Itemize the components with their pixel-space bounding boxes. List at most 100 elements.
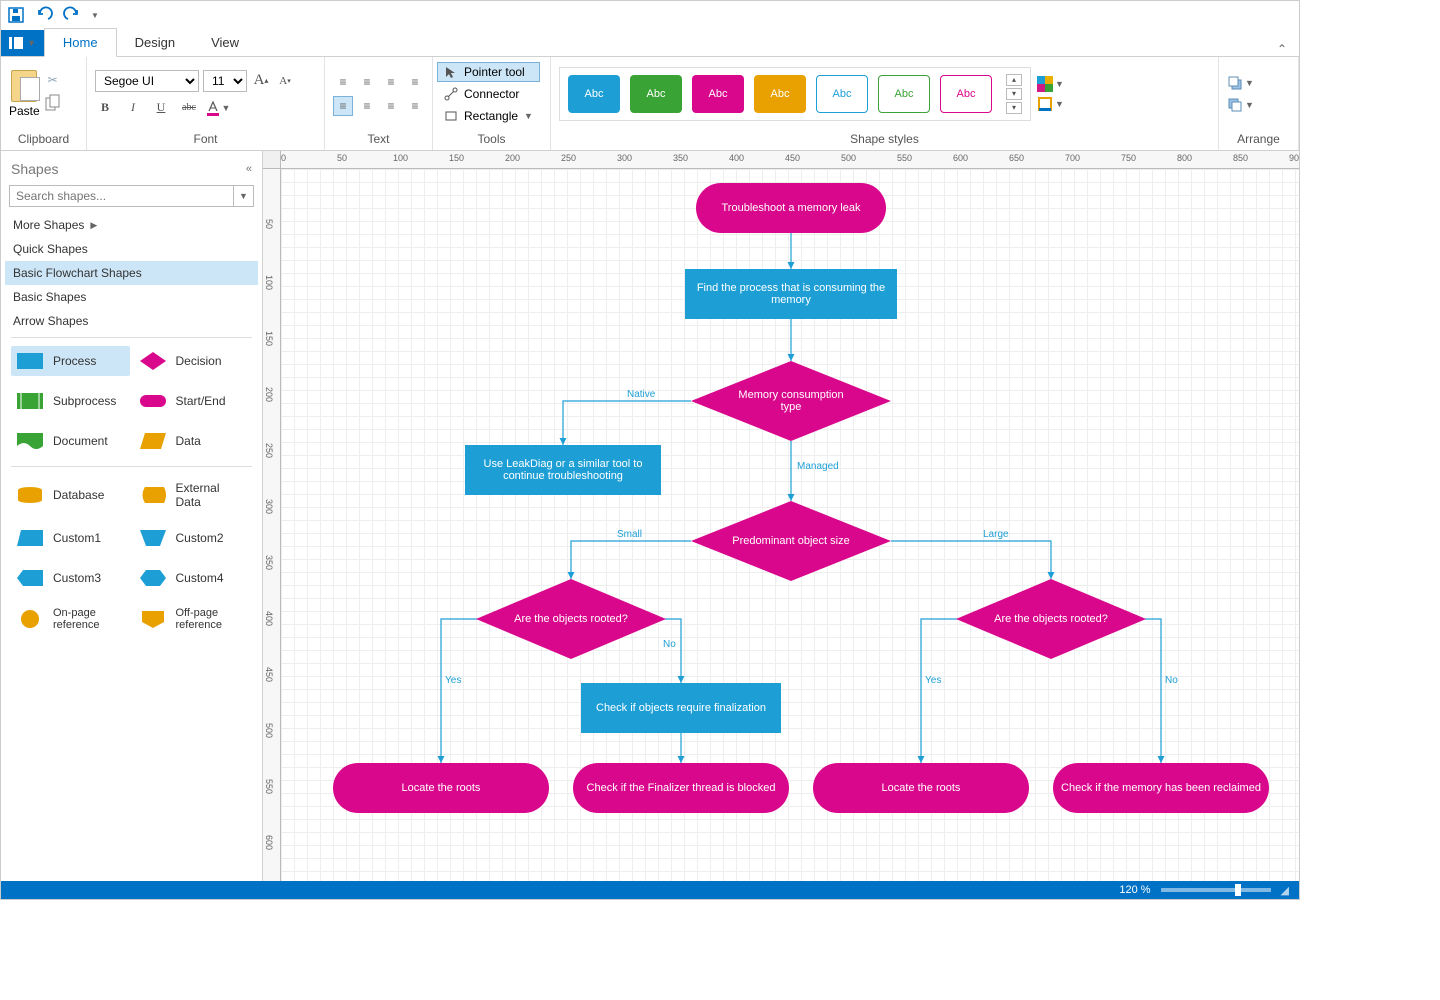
shape-data[interactable]: Data — [134, 426, 253, 456]
qat-dropdown-icon[interactable]: ▼ — [91, 11, 99, 20]
align-mid-just-icon[interactable]: ≡ — [405, 96, 425, 116]
shape-startend[interactable]: Start/End — [134, 386, 253, 416]
bold-button[interactable]: B — [95, 98, 115, 118]
canvas[interactable]: Troubleshoot a memory leak Find the proc… — [281, 169, 1299, 881]
font-size-select[interactable]: 11 — [203, 70, 247, 92]
send-back-button[interactable]: ▼ — [1227, 97, 1254, 113]
node-end[interactable]: Check if the Finalizer thread is blocked — [573, 763, 789, 813]
category-arrow-shapes[interactable]: Arrow Shapes — [5, 309, 258, 333]
style-swatch[interactable]: Abc — [568, 75, 620, 113]
edge-label: Yes — [925, 675, 941, 686]
save-icon[interactable] — [7, 6, 25, 24]
shape-search-input[interactable] — [10, 186, 233, 206]
node-decision[interactable]: Memory consumption type — [711, 361, 871, 441]
group-label: Clipboard — [1, 130, 86, 150]
underline-button[interactable]: U — [151, 98, 171, 118]
gallery-more-icon[interactable]: ▾ — [1006, 102, 1022, 114]
edge-label: Yes — [445, 675, 461, 686]
ruler-horizontal: 0501001502002503003504004505005506006507… — [281, 151, 1299, 169]
connector-tool-button[interactable]: Connector — [437, 84, 540, 104]
outline-color-button[interactable]: ▼ — [1037, 96, 1064, 112]
align-mid-left-icon[interactable]: ≡ — [333, 96, 353, 116]
font-family-select[interactable]: Segoe UI — [95, 70, 199, 92]
gallery-up-icon[interactable]: ▴ — [1006, 74, 1022, 86]
category-basic-shapes[interactable]: Basic Shapes — [5, 285, 258, 309]
more-shapes[interactable]: More Shapes▶ — [5, 213, 258, 237]
collapse-panel-icon[interactable]: « — [246, 163, 252, 175]
group-clipboard: Paste ✂ Clipboard — [1, 57, 87, 150]
file-tab[interactable]: ▼ — [1, 30, 44, 56]
pointer-tool-button[interactable]: Pointer tool — [437, 62, 540, 82]
node-decision[interactable]: Predominant object size — [711, 501, 871, 581]
shapes-panel: Shapes« ▼ More Shapes▶ Quick Shapes Basi… — [1, 151, 263, 881]
node-end[interactable]: Locate the roots — [813, 763, 1029, 813]
align-top-just-icon[interactable]: ≡ — [405, 72, 425, 92]
grow-font-icon[interactable]: A▴ — [251, 71, 271, 91]
shape-external-data[interactable]: External Data — [134, 477, 253, 513]
align-mid-right-icon[interactable]: ≡ — [381, 96, 401, 116]
bring-front-button[interactable]: ▼ — [1227, 75, 1254, 91]
resize-grip-icon[interactable]: ◢ — [1281, 884, 1289, 897]
shape-custom2[interactable]: Custom2 — [134, 523, 253, 553]
tab-design[interactable]: Design — [117, 29, 193, 56]
align-top-left-icon[interactable]: ≡ — [333, 72, 353, 92]
cut-icon[interactable]: ✂ — [48, 73, 58, 87]
node-process[interactable]: Use LeakDiag or a similar tool to contin… — [465, 445, 661, 495]
node-process[interactable]: Find the process that is consuming the m… — [685, 269, 897, 319]
work-area: Shapes« ▼ More Shapes▶ Quick Shapes Basi… — [1, 151, 1299, 881]
align-mid-center-icon[interactable]: ≡ — [357, 96, 377, 116]
category-quick[interactable]: Quick Shapes — [5, 237, 258, 261]
style-swatch[interactable]: Abc — [816, 75, 868, 113]
font-color-button[interactable]: ▼ — [207, 98, 227, 118]
undo-icon[interactable] — [35, 6, 53, 24]
group-label: Arrange — [1219, 130, 1298, 150]
category-basic-flowchart[interactable]: Basic Flowchart Shapes — [5, 261, 258, 285]
tab-home[interactable]: Home — [44, 28, 117, 57]
node-process[interactable]: Check if objects require finalization — [581, 683, 781, 733]
style-swatch[interactable]: Abc — [940, 75, 992, 113]
node-start[interactable]: Troubleshoot a memory leak — [696, 183, 886, 233]
shape-onpage-ref[interactable]: On-page reference — [11, 603, 130, 635]
italic-button[interactable]: I — [123, 98, 143, 118]
node-decision[interactable]: Are the objects rooted? — [491, 579, 651, 659]
node-end[interactable]: Check if the memory has been reclaimed — [1053, 763, 1269, 813]
align-top-right-icon[interactable]: ≡ — [381, 72, 401, 92]
shape-process[interactable]: Process — [11, 346, 130, 376]
style-swatch[interactable]: Abc — [878, 75, 930, 113]
collapse-ribbon-icon[interactable]: ⌃ — [1265, 42, 1299, 56]
style-swatch[interactable]: Abc — [692, 75, 744, 113]
copy-icon[interactable] — [46, 95, 60, 114]
group-label: Text — [325, 130, 432, 150]
node-end[interactable]: Locate the roots — [333, 763, 549, 813]
zoom-slider[interactable] — [1161, 888, 1271, 892]
strike-button[interactable]: abc — [179, 98, 199, 118]
style-swatch[interactable]: Abc — [630, 75, 682, 113]
rectangle-tool-button[interactable]: Rectangle▼ — [437, 106, 540, 126]
shape-database[interactable]: Database — [11, 477, 130, 513]
paste-button[interactable]: Paste — [9, 70, 40, 118]
fill-color-button[interactable]: ▼ — [1037, 76, 1064, 92]
paste-label: Paste — [9, 104, 40, 118]
node-decision[interactable]: Are the objects rooted? — [971, 579, 1131, 659]
shape-custom4[interactable]: Custom4 — [134, 563, 253, 593]
tab-view[interactable]: View — [193, 29, 257, 56]
tool-label: Connector — [464, 87, 519, 101]
shrink-font-icon[interactable]: A▾ — [275, 71, 295, 91]
gallery-down-icon[interactable]: ▾ — [1006, 88, 1022, 100]
edge-label: Managed — [797, 461, 839, 472]
shape-custom3[interactable]: Custom3 — [11, 563, 130, 593]
shape-offpage-ref[interactable]: Off-page reference — [134, 603, 253, 635]
ruler-vertical: 50100150200250300350400450500550600650 — [263, 169, 281, 881]
zoom-level: 120 % — [1119, 884, 1150, 896]
shape-subprocess[interactable]: Subprocess — [11, 386, 130, 416]
shape-custom1[interactable]: Custom1 — [11, 523, 130, 553]
shape-document[interactable]: Document — [11, 426, 130, 456]
redo-icon[interactable] — [63, 6, 81, 24]
search-dropdown-icon[interactable]: ▼ — [233, 186, 253, 206]
edge-label: No — [663, 639, 676, 650]
shape-decision[interactable]: Decision — [134, 346, 253, 376]
group-shape-styles: Abc Abc Abc Abc Abc Abc Abc ▴ ▾ ▾ ▼ ▼ — [551, 57, 1219, 150]
style-swatch[interactable]: Abc — [754, 75, 806, 113]
paste-icon — [11, 70, 37, 102]
align-top-center-icon[interactable]: ≡ — [357, 72, 377, 92]
